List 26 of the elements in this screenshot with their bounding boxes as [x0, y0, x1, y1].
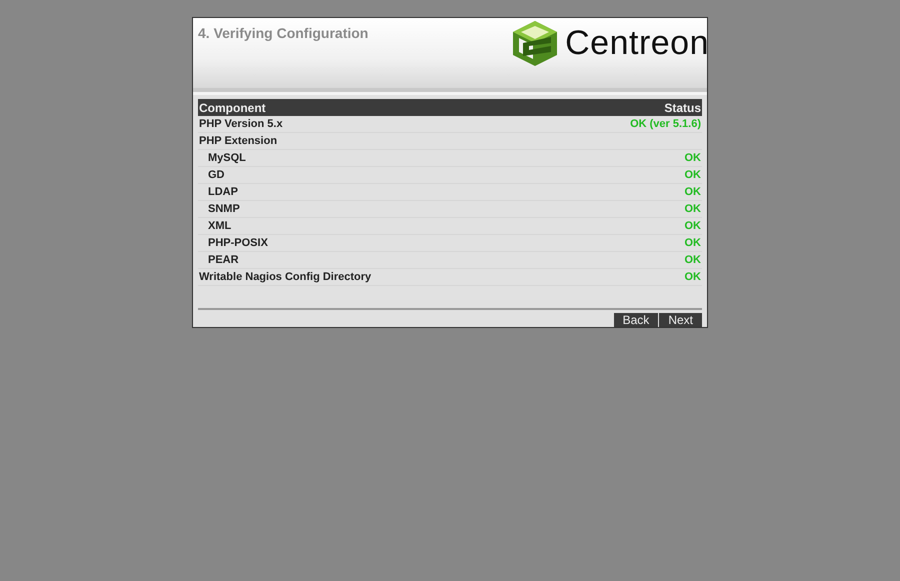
cube-logo-icon [511, 19, 560, 67]
logo-wordmark: Centreon [565, 24, 707, 62]
component-name: PEAR [208, 254, 239, 266]
component-name: Writable Nagios Config Directory [199, 271, 372, 283]
component-name: PHP Extension [199, 135, 278, 147]
nav-button[interactable]: Back [614, 313, 658, 327]
column-header: Component [198, 99, 554, 116]
status-text: OK (ver 5.1.6) [630, 118, 701, 130]
status-text: OK [684, 271, 701, 283]
status-text: OK [684, 169, 701, 181]
status-text: OK [684, 254, 701, 266]
column-header: Status [553, 99, 702, 116]
component-name: PHP Version 5.x [199, 118, 283, 130]
status-text: OK [684, 237, 701, 249]
component-name: PHP-POSIX [208, 237, 268, 249]
status-text: OK [684, 203, 701, 215]
status-text: OK [684, 152, 701, 164]
nav-button[interactable]: Next [659, 313, 702, 327]
component-name: XML [208, 220, 232, 232]
status-text: OK [684, 220, 701, 232]
component-name: SNMP [208, 203, 240, 215]
step-title: 4. Verifying Configuration [198, 25, 368, 41]
component-name: LDAP [208, 186, 238, 198]
component-name: GD [208, 169, 224, 181]
status-text: OK [684, 186, 701, 198]
component-name: MySQL [208, 152, 246, 164]
